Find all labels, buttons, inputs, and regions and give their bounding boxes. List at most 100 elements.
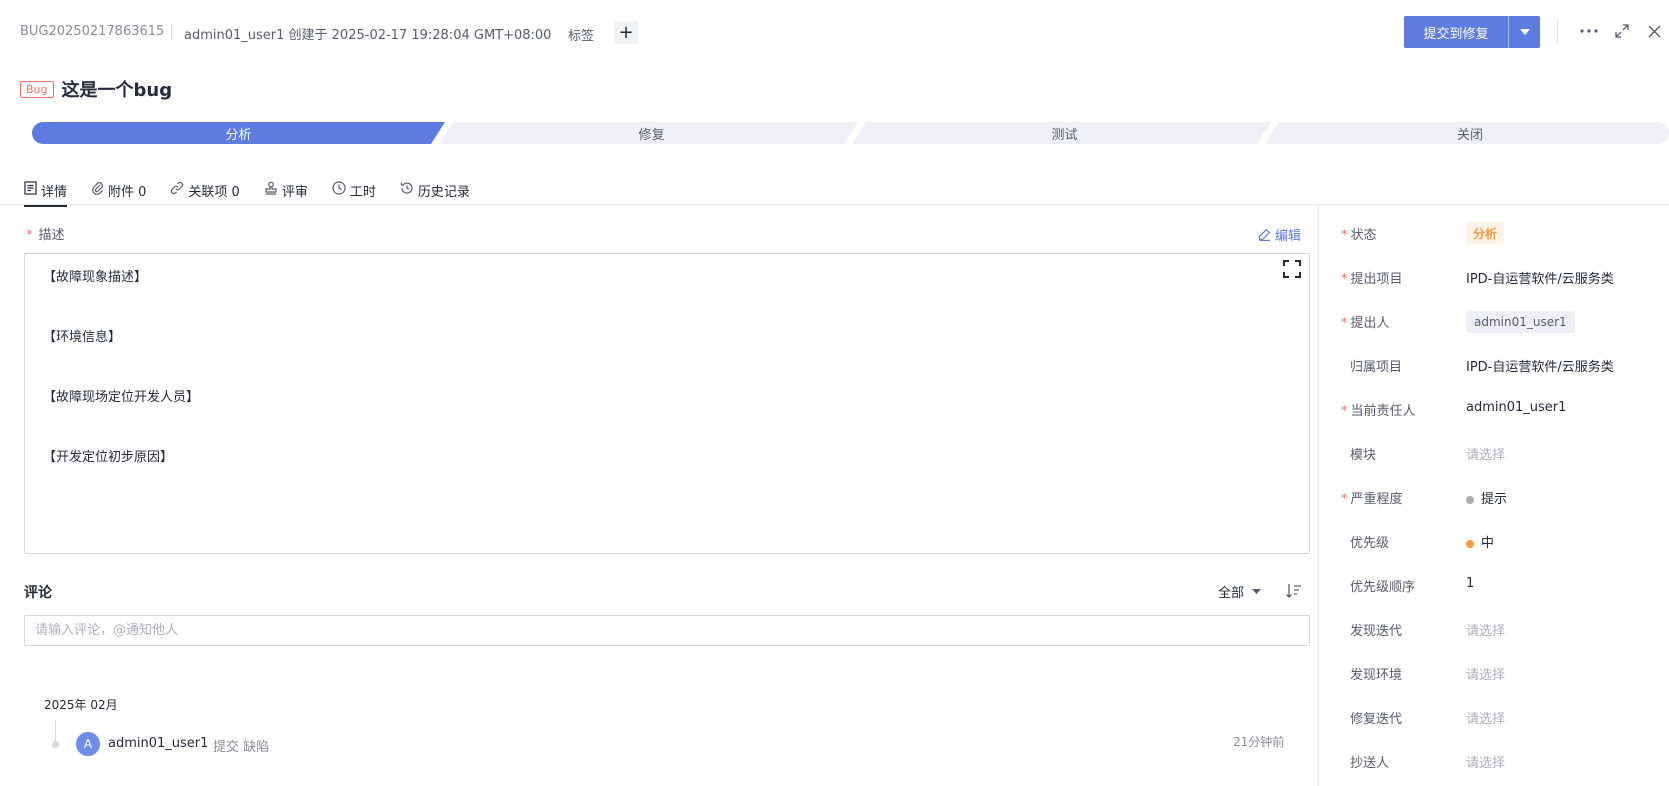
field-row: * 提出项目 IPD-自运营软件/云服务类 [1341, 268, 1661, 288]
activity-action: 提交 缺陷 [213, 740, 270, 755]
fullscreen-icon[interactable] [1283, 260, 1301, 278]
field-value[interactable]: 1 [1466, 576, 1474, 591]
field-value[interactable]: IPD-自运营软件/云服务类 [1466, 356, 1614, 375]
field-value[interactable]: 请选择 [1466, 752, 1505, 771]
required-marker: * [1341, 228, 1348, 243]
submit-dropdown-button[interactable] [1509, 16, 1540, 48]
field-value[interactable]: admin01_user1 [1466, 400, 1566, 415]
field-label: 发现环境 [1341, 664, 1402, 683]
tab-review[interactable]: 评审 [264, 176, 308, 204]
field-label-text: 模块 [1350, 448, 1377, 463]
comment-input[interactable] [24, 615, 1310, 646]
tab-label: 附件 0 [108, 184, 147, 200]
field-value[interactable]: IPD-自运营软件/云服务类 [1466, 268, 1614, 287]
field-label: 归属项目 [1341, 356, 1402, 375]
description-content[interactable]: 【故障现象描述】 【环境信息】 【故障现场定位开发人员】 【开发定位初步原因】 [24, 253, 1310, 554]
level-dot-icon [1466, 539, 1474, 548]
field-value[interactable]: 提示 [1466, 488, 1507, 507]
field-row: 发现环境 请选择 [1341, 664, 1661, 684]
tabs-divider [0, 204, 1669, 205]
user-chip[interactable]: admin01_user1 [1466, 311, 1575, 333]
bug-type-badge: Bug [20, 80, 54, 98]
field-value[interactable]: 请选择 [1466, 444, 1505, 463]
field-value[interactable]: 请选择 [1466, 664, 1505, 683]
paperclip-icon [91, 181, 104, 199]
field-row: * 状态 分析 [1341, 222, 1661, 244]
field-row: 发现迭代 请选择 [1341, 620, 1661, 640]
comment-filter-dropdown[interactable]: 全部 [1218, 582, 1262, 601]
field-label-text: 发现环境 [1350, 668, 1403, 683]
field-value[interactable]: 请选择 [1466, 620, 1505, 639]
description-line: 【故障现场定位开发人员】 [43, 390, 200, 405]
description-label: * 描述 [26, 224, 65, 243]
description-line: 【开发定位初步原因】 [43, 450, 174, 465]
link-icon [170, 181, 184, 199]
tab-worktime[interactable]: 工时 [332, 176, 376, 204]
field-label-text: 状态 [1350, 228, 1377, 243]
field-value-text: 中 [1481, 536, 1495, 551]
divider [171, 25, 172, 39]
tab-bar: 详情 附件 0 关联项 0 评审 工时 历史记录 [24, 176, 494, 207]
divider [1557, 18, 1558, 44]
field-row: * 提出人 admin01_user1 [1341, 311, 1661, 333]
step-close[interactable]: 关闭 [1271, 122, 1669, 144]
field-row: 优先级 中 [1341, 532, 1661, 552]
field-label-text: 归属项目 [1350, 360, 1403, 375]
tab-label: 评审 [281, 184, 308, 200]
tab-attachments[interactable]: 附件 0 [91, 176, 146, 204]
timeline-month: 2025年 02月 [44, 698, 118, 712]
field-row: 修复迭代 请选择 [1341, 708, 1661, 728]
field-label: * 状态 [1341, 224, 1377, 243]
field-value-text: 提示 [1481, 492, 1508, 507]
edit-label: 编辑 [1275, 229, 1302, 244]
avatar: A [76, 732, 100, 756]
field-label: 模块 [1341, 444, 1376, 463]
close-icon[interactable] [1643, 20, 1665, 42]
timeline-line [55, 720, 56, 742]
expand-icon[interactable] [1611, 20, 1633, 42]
sort-icon[interactable] [1285, 582, 1303, 600]
submit-to-fix-button[interactable]: 提交到修复 [1404, 16, 1508, 48]
add-tag-button[interactable]: + [614, 21, 638, 44]
tab-label: 关联项 0 [188, 184, 240, 200]
level-dot-icon [1466, 495, 1474, 504]
field-label: 抄送人 [1341, 752, 1389, 771]
field-label-text: 提出项目 [1350, 272, 1403, 287]
field-label-text: 当前责任人 [1350, 404, 1416, 419]
submit-to-fix-button-group: 提交到修复 [1404, 16, 1540, 48]
tab-history[interactable]: 历史记录 [400, 176, 470, 204]
page-title: 这是一个bug [61, 80, 173, 101]
caret-down-icon [1252, 589, 1262, 594]
field-label-text: 优先级 [1350, 536, 1390, 551]
edit-description-button[interactable]: 编辑 [1258, 225, 1301, 244]
field-value[interactable]: 中 [1466, 532, 1494, 551]
field-row: 模块 请选择 [1341, 444, 1661, 464]
activity-time: 21分钟前 [1233, 735, 1285, 749]
field-label: * 当前责任人 [1341, 400, 1416, 419]
tab-details[interactable]: 详情 [24, 176, 68, 207]
step-fix[interactable]: 修复 [445, 122, 858, 144]
tab-related-items[interactable]: 关联项 0 [170, 176, 240, 204]
comment-filter-label: 全部 [1218, 586, 1245, 601]
field-label: 发现迭代 [1341, 620, 1402, 639]
step-test[interactable]: 测试 [858, 122, 1271, 144]
caret-down-icon [1519, 29, 1530, 35]
status-badge[interactable]: 分析 [1466, 222, 1505, 244]
description-label-text: 描述 [38, 228, 65, 243]
workflow-steps: 分析 修复 测试 关闭 [32, 122, 1669, 144]
detail-icon [24, 181, 37, 199]
clock-icon [332, 181, 346, 199]
field-label-text: 优先级顺序 [1350, 580, 1416, 595]
field-row: * 严重程度 提示 [1341, 488, 1661, 508]
more-icon[interactable] [1578, 20, 1600, 42]
description-line: 【环境信息】 [43, 330, 122, 345]
field-row: 归属项目 IPD-自运营软件/云服务类 [1341, 356, 1661, 376]
field-label: * 提出人 [1341, 312, 1390, 331]
required-marker: * [1341, 492, 1348, 507]
step-analysis[interactable]: 分析 [32, 122, 445, 144]
field-label: 优先级顺序 [1341, 576, 1415, 595]
top-bar: BUG20250217863615 admin01_user1 创建于 2025… [0, 0, 1669, 64]
field-label: * 严重程度 [1341, 488, 1403, 507]
field-label: * 提出项目 [1341, 268, 1403, 287]
field-value[interactable]: 请选择 [1466, 708, 1505, 727]
